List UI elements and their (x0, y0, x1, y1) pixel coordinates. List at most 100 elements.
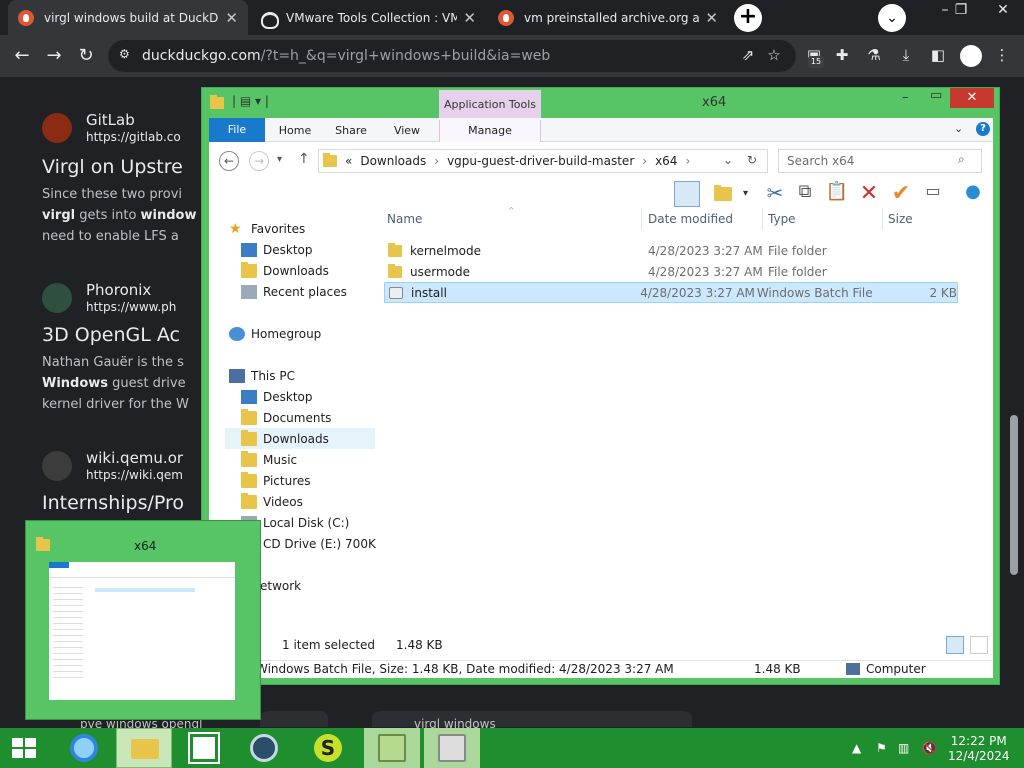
breadcrumb-vgpu[interactable]: vgpu-guest-driver-build-master (447, 154, 634, 168)
search-input[interactable]: Search x64 (778, 149, 982, 173)
taskbar-app-recycle[interactable] (364, 728, 420, 768)
minimize-icon[interactable]: – (902, 90, 909, 105)
new-folder-icon[interactable] (710, 181, 736, 207)
chevron-down-icon[interactable]: ⌄ (954, 122, 963, 135)
nav-local-disk[interactable]: Local Disk (C:) (241, 512, 379, 533)
column-type[interactable]: Type (768, 212, 796, 226)
result-title[interactable]: Internships/Pro (42, 492, 184, 514)
nav-videos[interactable]: Videos (241, 491, 379, 512)
related-search-label[interactable]: virgl windows (414, 717, 574, 728)
maximize-icon[interactable]: ▭ (930, 88, 942, 103)
chevron-right-icon[interactable]: › (434, 154, 439, 168)
tab-manage[interactable]: Manage (439, 120, 541, 142)
puzzle-extensions-icon[interactable]: ✚ (832, 46, 852, 66)
nav-homegroup[interactable]: Homegroup (229, 323, 379, 344)
tab-vm-preinstalled[interactable]: vm preinstalled archive.org at D ✕ (488, 0, 728, 35)
breadcrumb-downloads[interactable]: Downloads (360, 154, 426, 168)
side-panel-icon[interactable]: ◧ (928, 46, 948, 66)
nav-music[interactable]: Music (241, 449, 379, 470)
taskbar-internet-explorer[interactable] (56, 728, 112, 768)
forward-icon[interactable]: → (249, 151, 269, 171)
nav-downloads[interactable]: Downloads (241, 260, 379, 281)
close-tab-icon[interactable]: ✕ (463, 9, 476, 27)
tab-ddg[interactable]: virgl windows build at DuckDuck ✕ (8, 0, 248, 35)
menu-kebab-icon[interactable]: ⋮ (992, 46, 1012, 66)
reload-icon[interactable]: ↻ (74, 45, 98, 66)
result-title[interactable]: 3D OpenGL Ac (42, 324, 180, 346)
breadcrumb-prefix[interactable]: « (345, 154, 352, 168)
recent-locations-icon[interactable]: ▾ (277, 154, 282, 165)
download-icon[interactable]: ⤓ (896, 46, 916, 66)
explorer-address-bar[interactable]: « Downloads › vgpu-guest-driver-build-mas… (318, 149, 768, 173)
labs-flask-icon[interactable]: ⚗ (864, 46, 884, 66)
close-icon[interactable]: ✕ (950, 88, 994, 108)
copy-icon[interactable]: ⧉ (792, 181, 818, 207)
taskbar-app-globe[interactable] (236, 728, 292, 768)
globe-icon[interactable]: ● (960, 181, 986, 207)
taskbar-file-explorer[interactable] (116, 728, 172, 768)
result-url[interactable]: https://wiki.qem (86, 468, 183, 482)
help-icon[interactable]: ? (976, 122, 990, 136)
profile-avatar[interactable] (960, 45, 982, 67)
address-bar[interactable]: ⚙ duckduckgo.com/?t=h_&q=virgl+windows+b… (108, 40, 796, 72)
result-url[interactable]: https://gitlab.co (86, 130, 181, 144)
tab-vmware-tools[interactable]: VMware Tools Collection : VMw ✕ (250, 0, 486, 35)
cut-icon[interactable]: ✂ (762, 181, 788, 207)
file-row-selected[interactable]: install 4/28/2023 3:27 AM Windows Batch … (384, 282, 958, 303)
quick-access-toolbar[interactable]: | ▤ ▾ | (232, 94, 269, 108)
chevron-down-icon[interactable]: ▾ (743, 188, 748, 199)
result-url[interactable]: https://www.ph (86, 300, 176, 314)
chevron-right-icon[interactable]: › (685, 154, 690, 168)
column-date-modified[interactable]: Date modified (648, 212, 733, 226)
breadcrumb-x64[interactable]: x64 (655, 154, 677, 168)
chevron-down-icon[interactable]: ⌄ (723, 153, 733, 167)
network-icon[interactable]: ▥ (898, 741, 909, 755)
close-tab-icon[interactable]: ✕ (705, 9, 718, 27)
close-tab-icon[interactable]: ✕ (225, 9, 238, 27)
tab-search-icon[interactable]: ⌄ (878, 4, 906, 32)
tab-file[interactable]: File (209, 118, 265, 142)
nav-pc-downloads[interactable]: Downloads (225, 428, 375, 449)
paste-icon[interactable]: 📋 (824, 181, 850, 207)
tab-share[interactable]: Share (328, 120, 374, 142)
delete-icon[interactable]: ✕ (856, 181, 882, 207)
chevron-right-icon[interactable]: › (642, 154, 647, 168)
start-button[interactable] (0, 728, 56, 768)
taskbar-thumbnail[interactable]: x64 (25, 520, 261, 720)
nav-recent-places[interactable]: Recent places (241, 281, 379, 302)
page-scrollbar[interactable] (1010, 415, 1018, 575)
forward-icon[interactable]: → (42, 45, 66, 66)
taskbar-store[interactable] (176, 728, 232, 768)
preview-pane-icon[interactable] (674, 181, 700, 207)
file-row[interactable]: kernelmode 4/28/2023 3:27 AM File folder (384, 240, 958, 261)
site-info-icon[interactable]: ⚙ (119, 47, 130, 61)
refresh-icon[interactable]: ↻ (747, 153, 757, 167)
nav-documents[interactable]: Documents (241, 407, 379, 428)
search-icon[interactable]: ⌕ (958, 152, 965, 167)
nav-cd-drive[interactable]: CD Drive (E:) 700K (241, 533, 379, 554)
nav-this-pc[interactable]: This PC (229, 365, 379, 386)
nav-pc-desktop[interactable]: Desktop (241, 386, 379, 407)
tab-view[interactable]: View (384, 120, 430, 142)
details-view-icon[interactable] (946, 636, 964, 654)
taskbar-app-s[interactable]: S (300, 728, 356, 768)
column-size[interactable]: Size (888, 212, 913, 226)
restore-icon[interactable]: ❐ (946, 2, 976, 18)
checkmark-icon[interactable]: ✔ (888, 181, 914, 207)
share-icon[interactable]: ⇗ (738, 46, 758, 66)
related-search-left[interactable] (260, 711, 328, 727)
properties-icon[interactable]: ▭ (920, 181, 946, 207)
tab-home[interactable]: Home (272, 120, 318, 142)
new-tab-button[interactable]: + (734, 4, 762, 32)
column-name[interactable]: Name (387, 212, 422, 226)
back-icon[interactable]: ← (219, 151, 239, 171)
result-title[interactable]: Virgl on Upstre (42, 156, 183, 178)
large-icons-view-icon[interactable] (970, 636, 988, 654)
volume-muted-icon[interactable]: 🔇 (922, 741, 937, 755)
back-icon[interactable]: ← (10, 45, 34, 66)
file-row[interactable]: usermode 4/28/2023 3:27 AM File folder (384, 261, 958, 282)
up-arrow-icon[interactable]: ↑ (298, 151, 310, 167)
nav-pictures[interactable]: Pictures (241, 470, 379, 491)
taskbar-app-files[interactable] (424, 728, 480, 768)
action-center-flag-icon[interactable]: ⚑ (876, 741, 887, 755)
